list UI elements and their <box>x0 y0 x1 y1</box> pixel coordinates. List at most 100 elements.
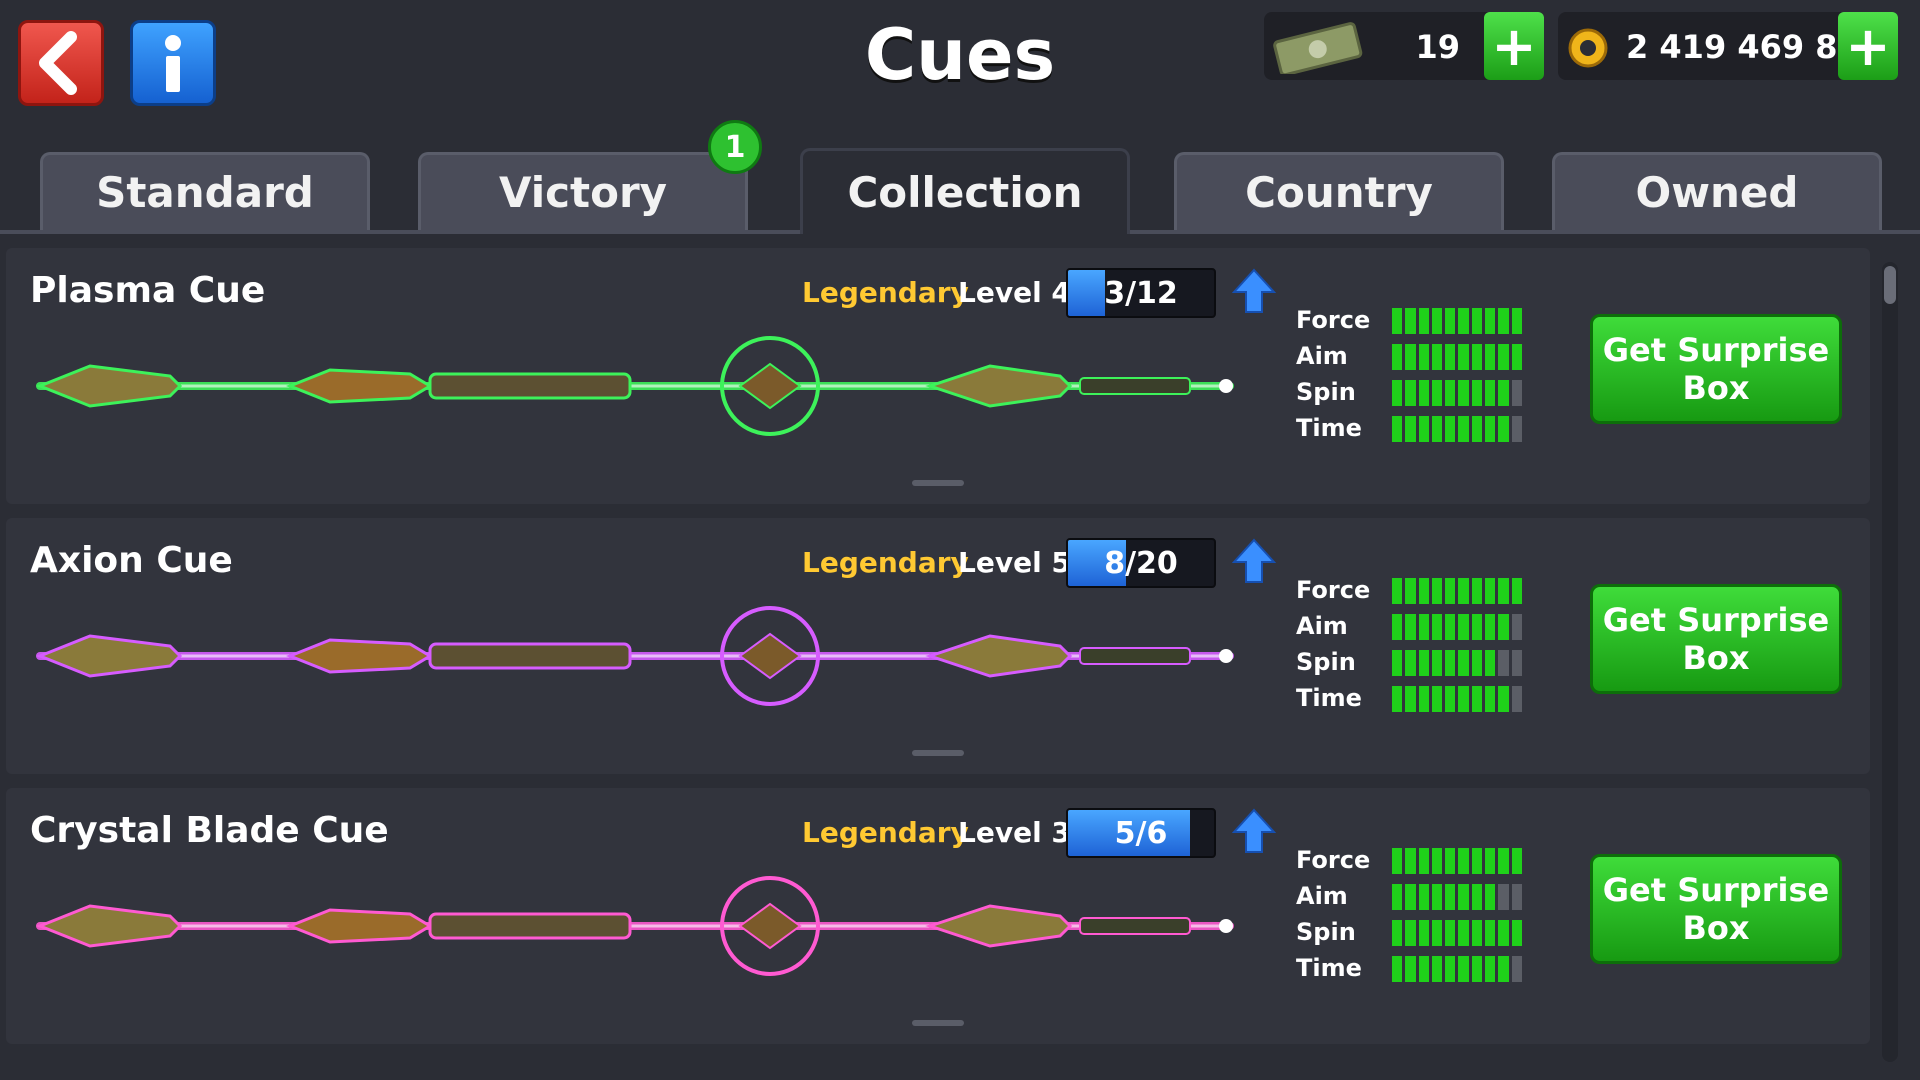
cue-image <box>35 876 1234 976</box>
cue-name: Axion Cue <box>30 540 233 581</box>
stat-segment <box>1431 956 1443 982</box>
stat-bar-spin <box>1392 380 1522 406</box>
stat-segment <box>1431 380 1443 406</box>
scrollbar-thumb[interactable] <box>1884 266 1896 304</box>
stat-segment <box>1405 344 1416 370</box>
stat-bar-aim <box>1392 884 1522 910</box>
stat-segment <box>1418 686 1429 712</box>
stat-segment <box>1471 920 1483 946</box>
tab-standard[interactable]: Standard <box>40 152 370 230</box>
progress-text: 5/6 <box>1114 815 1168 851</box>
stat-bar-force <box>1392 848 1522 874</box>
stat-segment <box>1511 380 1522 406</box>
stat-segment <box>1392 920 1403 946</box>
stat-segment <box>1405 686 1416 712</box>
stat-segment <box>1458 416 1469 442</box>
get-surprise-box-button[interactable]: Get Surprise Box <box>1590 314 1842 424</box>
stat-segment <box>1511 344 1522 370</box>
stat-segment <box>1471 884 1483 910</box>
drag-handle <box>912 750 964 756</box>
stat-segment <box>1431 344 1443 370</box>
level-label: Level 3 <box>958 816 1071 849</box>
stat-segment <box>1458 848 1469 874</box>
stat-segment <box>1431 614 1443 640</box>
progress-bar: 3/12 <box>1066 268 1216 318</box>
tab-collection[interactable]: Collection <box>800 148 1130 234</box>
stat-segment <box>1418 380 1429 406</box>
back-button[interactable] <box>18 20 104 106</box>
stat-segment <box>1511 416 1522 442</box>
stat-segment <box>1485 650 1496 676</box>
stat-bar-aim <box>1392 344 1522 370</box>
stat-segment <box>1471 848 1483 874</box>
stat-segment <box>1498 848 1509 874</box>
stat-segment <box>1485 416 1496 442</box>
upgrade-arrow-icon[interactable] <box>1232 538 1276 584</box>
stat-segment <box>1445 848 1456 874</box>
stat-segment <box>1445 380 1456 406</box>
stat-segment <box>1458 308 1469 334</box>
stat-segment <box>1392 380 1403 406</box>
stat-segment <box>1392 344 1403 370</box>
stat-segment <box>1498 614 1509 640</box>
get-surprise-box-button[interactable]: Get Surprise Box <box>1590 854 1842 964</box>
stat-segment <box>1431 308 1443 334</box>
get-surprise-box-button[interactable]: Get Surprise Box <box>1590 584 1842 694</box>
stat-segment <box>1392 848 1403 874</box>
stat-bar-time <box>1392 416 1522 442</box>
stat-label-aim: Aim <box>1296 342 1348 370</box>
tab-victory[interactable]: Victory <box>418 152 748 230</box>
stat-segment <box>1418 920 1429 946</box>
stat-segment <box>1431 686 1443 712</box>
stat-segment <box>1511 920 1522 946</box>
stat-segment <box>1445 578 1456 604</box>
tab-owned[interactable]: Owned <box>1552 152 1882 230</box>
stat-segment <box>1498 884 1509 910</box>
stat-segment <box>1471 578 1483 604</box>
stat-segment <box>1418 578 1429 604</box>
stat-label-spin: Spin <box>1296 648 1356 676</box>
drag-handle <box>912 480 964 486</box>
stat-segment <box>1392 884 1403 910</box>
stat-segment <box>1405 650 1416 676</box>
stat-segment <box>1392 956 1403 982</box>
stat-segment <box>1445 614 1456 640</box>
stat-segment <box>1498 308 1509 334</box>
stat-segment <box>1485 380 1496 406</box>
coin-icon <box>1568 28 1608 68</box>
add-cash-button[interactable]: + <box>1484 12 1544 80</box>
cue-image <box>35 336 1234 436</box>
stat-segment <box>1445 308 1456 334</box>
stat-segment <box>1471 344 1483 370</box>
stat-segment <box>1431 920 1443 946</box>
upgrade-arrow-icon[interactable] <box>1232 268 1276 314</box>
stat-segment <box>1485 956 1496 982</box>
stat-segment <box>1458 686 1469 712</box>
upgrade-arrow-icon[interactable] <box>1232 808 1276 854</box>
info-button[interactable] <box>130 20 216 106</box>
stat-segment <box>1418 848 1429 874</box>
stat-bar-time <box>1392 956 1522 982</box>
stat-label-force: Force <box>1296 306 1371 334</box>
add-coins-button[interactable]: + <box>1838 12 1898 80</box>
stat-segment <box>1471 956 1483 982</box>
stat-segment <box>1511 686 1522 712</box>
scrollbar[interactable] <box>1882 262 1898 1062</box>
stat-bar-time <box>1392 686 1522 712</box>
stat-segment <box>1405 614 1416 640</box>
stat-segment <box>1498 578 1509 604</box>
stat-segment <box>1458 344 1469 370</box>
stat-segment <box>1498 344 1509 370</box>
stat-segment <box>1498 380 1509 406</box>
stat-segment <box>1458 956 1469 982</box>
stat-segment <box>1405 578 1416 604</box>
stat-segment <box>1485 614 1496 640</box>
rarity-label: Legendary <box>802 816 969 849</box>
tab-country[interactable]: Country <box>1174 152 1504 230</box>
stat-label-spin: Spin <box>1296 378 1356 406</box>
stat-segment <box>1471 614 1483 640</box>
stat-segment <box>1392 686 1403 712</box>
cue-image <box>35 606 1234 706</box>
cash-icon <box>1273 22 1363 74</box>
stat-segment <box>1392 416 1403 442</box>
